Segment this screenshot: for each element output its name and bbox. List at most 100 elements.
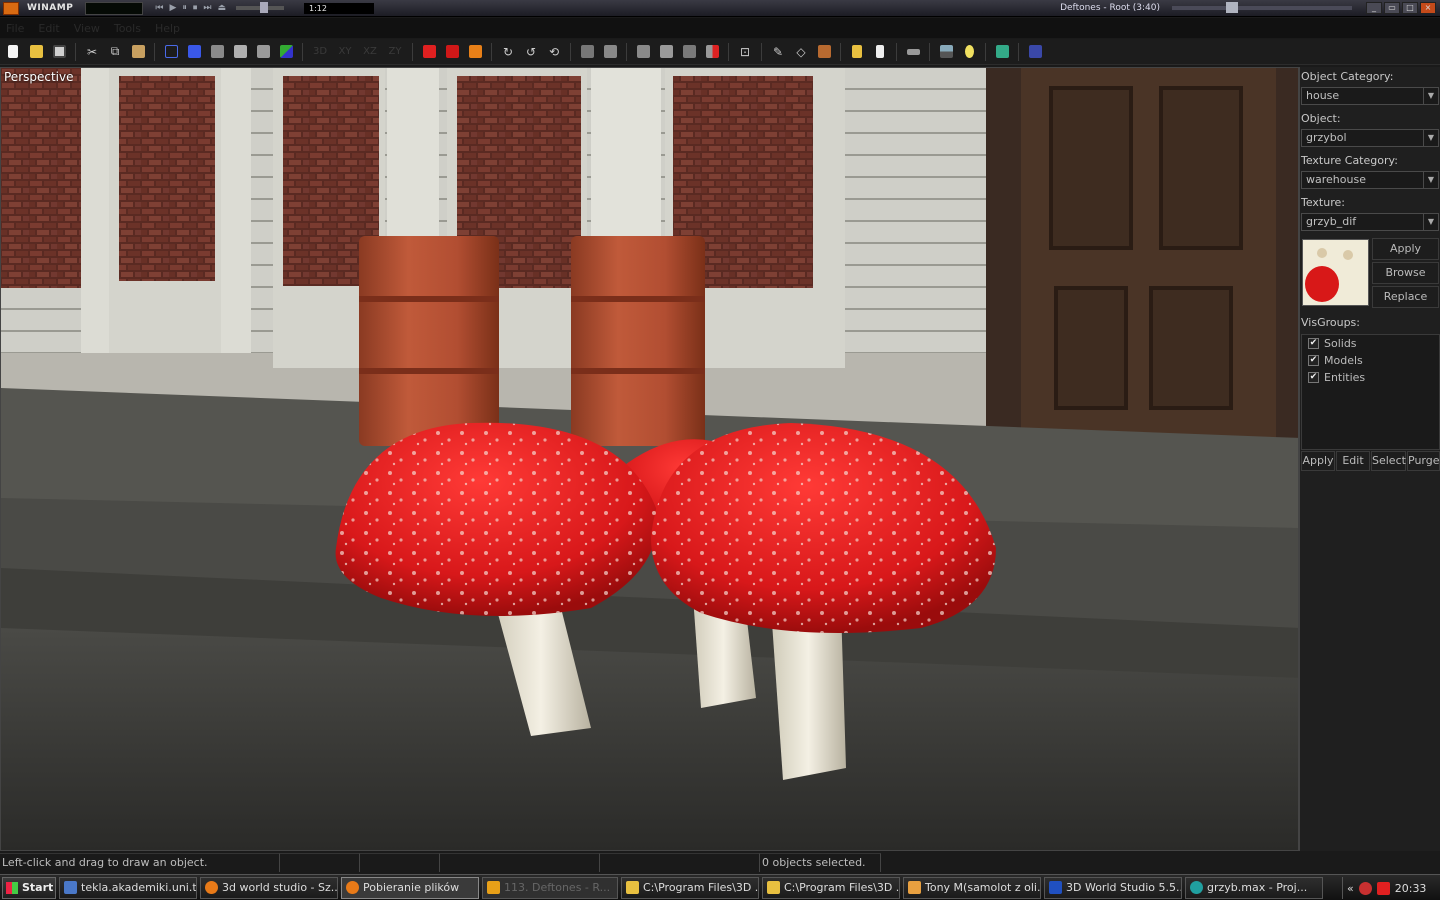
- antivirus-icon[interactable]: [1358, 881, 1372, 895]
- texture-select[interactable]: grzyb_dif ▼: [1301, 213, 1439, 231]
- winamp-icon: [487, 881, 500, 894]
- wireframe-view-icon[interactable]: [161, 42, 181, 62]
- menu-help[interactable]: Help: [155, 22, 180, 35]
- save-icon[interactable]: [49, 42, 69, 62]
- object-label: Object:: [1301, 112, 1341, 125]
- terrain-icon[interactable]: [936, 42, 956, 62]
- replace-texture-button[interactable]: Replace: [1372, 286, 1439, 308]
- visgroup-apply-button[interactable]: Apply: [1301, 451, 1335, 471]
- paste-icon[interactable]: [128, 42, 148, 62]
- checkbox-icon[interactable]: ✔: [1308, 372, 1319, 383]
- view-3d-button[interactable]: 3D: [309, 42, 331, 62]
- object-select[interactable]: grzybol ▼: [1301, 129, 1439, 147]
- brush-red-alt-icon[interactable]: [442, 42, 462, 62]
- taskbar-item[interactable]: grzyb.max - Proj...: [1185, 876, 1323, 899]
- visgroup-models[interactable]: ✔ Models: [1308, 354, 1363, 367]
- taskbar-item[interactable]: 113. Deftones - R...: [482, 876, 618, 899]
- entity-icon[interactable]: [903, 42, 923, 62]
- view-xz-button[interactable]: XZ: [359, 42, 381, 62]
- eraser-icon[interactable]: ◇: [791, 42, 811, 62]
- perspective-viewport[interactable]: Perspective: [0, 67, 1299, 851]
- compile-icon[interactable]: [992, 42, 1012, 62]
- taskbar-item[interactable]: 3D World Studio 5.5...: [1044, 876, 1182, 899]
- taskbar-item[interactable]: tekla.akademiki.uni.t...: [59, 876, 197, 899]
- chevron-down-icon[interactable]: ▼: [1423, 88, 1438, 104]
- group-icon[interactable]: [577, 42, 597, 62]
- solid-view-icon[interactable]: [184, 42, 204, 62]
- visgroup-solids[interactable]: ✔ Solids: [1308, 337, 1357, 350]
- eject-icon[interactable]: ⏏: [218, 3, 227, 13]
- menu-edit[interactable]: Edit: [38, 22, 59, 35]
- csg-subtract-icon[interactable]: [633, 42, 653, 62]
- visgroup-purge-button[interactable]: Purge: [1407, 451, 1440, 471]
- rotate-icon[interactable]: ↻: [498, 42, 518, 62]
- taskbar-item[interactable]: C:\Program Files\3D ...: [762, 876, 900, 899]
- color-view-icon[interactable]: [276, 42, 296, 62]
- visgroup-edit-button[interactable]: Edit: [1336, 451, 1370, 471]
- pen-icon[interactable]: ✎: [768, 42, 788, 62]
- ungroup-icon[interactable]: [600, 42, 620, 62]
- winamp-logo-icon[interactable]: [3, 1, 19, 15]
- play-icon[interactable]: ▶: [169, 3, 176, 13]
- browse-texture-button[interactable]: Browse: [1372, 262, 1439, 284]
- shade-icon[interactable]: ▭: [1384, 2, 1400, 14]
- light-icon[interactable]: [959, 42, 979, 62]
- shaded-view-icon[interactable]: [230, 42, 250, 62]
- maximize-icon[interactable]: □: [1402, 2, 1418, 14]
- menu-view[interactable]: View: [74, 22, 100, 35]
- texture-category-select[interactable]: warehouse ▼: [1301, 171, 1439, 189]
- brush-red-icon[interactable]: [419, 42, 439, 62]
- chevron-down-icon[interactable]: ▼: [1423, 214, 1438, 230]
- stop-icon[interactable]: ⏹: [193, 3, 198, 13]
- start-button[interactable]: Start: [2, 876, 56, 899]
- tray-expand-icon[interactable]: «: [1347, 882, 1354, 895]
- pause-icon[interactable]: ⏸: [182, 3, 187, 13]
- prev-icon[interactable]: ⏮: [155, 3, 163, 13]
- object-category-select[interactable]: house ▼: [1301, 87, 1439, 105]
- rotate-ccw-icon[interactable]: ↺: [521, 42, 541, 62]
- cut-icon[interactable]: ✂: [82, 42, 102, 62]
- seek-slider[interactable]: [1172, 2, 1352, 13]
- view-zy-button[interactable]: ZY: [384, 42, 406, 62]
- object-category-label: Object Category:: [1301, 70, 1394, 83]
- minimize-icon[interactable]: _: [1366, 2, 1382, 14]
- checkbox-icon[interactable]: ✔: [1308, 355, 1319, 366]
- texture-preview[interactable]: [1302, 239, 1369, 306]
- menu-tools[interactable]: Tools: [114, 22, 141, 35]
- chevron-down-icon[interactable]: ▼: [1423, 130, 1438, 146]
- textured-view-icon[interactable]: [207, 42, 227, 62]
- brush-orange-icon[interactable]: [465, 42, 485, 62]
- open-folder-icon[interactable]: [26, 42, 46, 62]
- visgroup-select-button[interactable]: Select: [1371, 451, 1406, 471]
- help-icon[interactable]: [1025, 42, 1045, 62]
- csg-hollow-icon[interactable]: [679, 42, 699, 62]
- menu-file[interactable]: File: [6, 22, 24, 35]
- visgroup-entities[interactable]: ✔ Entities: [1308, 371, 1365, 384]
- texture-preview-dot: [1317, 248, 1327, 258]
- lit-view-icon[interactable]: [253, 42, 273, 62]
- align-icon[interactable]: ⊡: [735, 42, 755, 62]
- taskbar-item[interactable]: Tony M(samolot z oli...: [903, 876, 1041, 899]
- checkbox-icon[interactable]: ✔: [1308, 338, 1319, 349]
- taskbar-item[interactable]: 3d world studio - Sz...: [200, 876, 338, 899]
- view-xy-button[interactable]: XY: [334, 42, 356, 62]
- opera-icon[interactable]: [1376, 881, 1390, 895]
- firefox-icon: [205, 881, 218, 894]
- csg-split-icon[interactable]: [702, 42, 722, 62]
- lock-icon[interactable]: [847, 42, 867, 62]
- taskbar-item-label: C:\Program Files\3D ...: [643, 881, 759, 894]
- close-icon[interactable]: ×: [1420, 2, 1436, 14]
- rotate-free-icon[interactable]: ⟲: [544, 42, 564, 62]
- volume-slider[interactable]: [236, 2, 285, 13]
- hide-icon[interactable]: [870, 42, 890, 62]
- chevron-down-icon[interactable]: ▼: [1423, 172, 1438, 188]
- csg-merge-icon[interactable]: [656, 42, 676, 62]
- copy-icon[interactable]: ⧉: [105, 42, 125, 62]
- taskbar-item-active[interactable]: Pobieranie plików: [341, 876, 479, 899]
- texture-icon[interactable]: [814, 42, 834, 62]
- apply-texture-button[interactable]: Apply: [1372, 238, 1439, 260]
- new-file-icon[interactable]: [3, 42, 23, 62]
- next-icon[interactable]: ⏭: [203, 3, 211, 13]
- taskbar-item-label: Tony M(samolot z oli...: [925, 881, 1041, 894]
- taskbar-item[interactable]: C:\Program Files\3D ...: [621, 876, 759, 899]
